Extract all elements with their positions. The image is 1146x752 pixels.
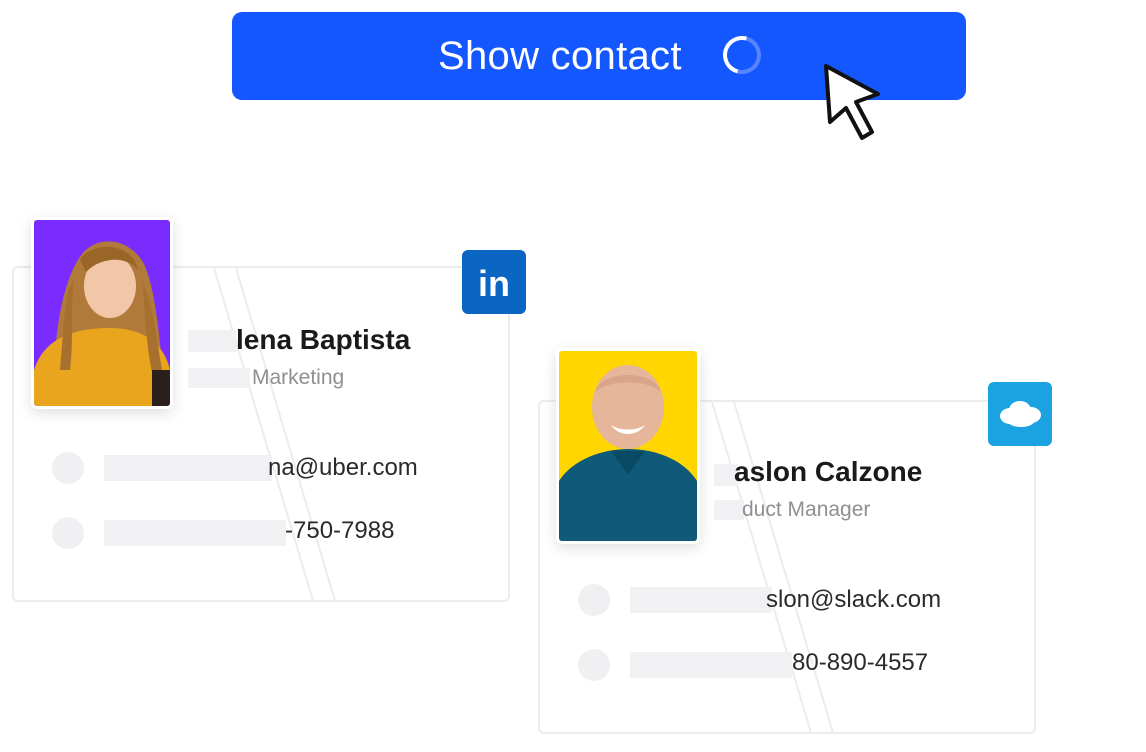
- email-icon: [52, 452, 84, 484]
- redacted-role-prefix: [714, 500, 744, 520]
- contact-phone[interactable]: 80-890-4557: [792, 649, 928, 677]
- contact-name: aslon Calzone: [734, 456, 923, 487]
- avatar: [31, 217, 173, 409]
- loading-spinner-icon: [716, 29, 768, 81]
- contact-email[interactable]: slon@slack.com: [766, 586, 941, 614]
- contact-email[interactable]: na@uber.com: [268, 454, 418, 482]
- linkedin-icon[interactable]: in: [462, 250, 526, 314]
- redacted-email-prefix: [630, 587, 772, 613]
- redacted-first-name: [188, 330, 236, 352]
- redacted-role-prefix: [188, 368, 250, 388]
- contact-name: lena Baptista: [236, 324, 411, 355]
- mouse-pointer-icon: [824, 64, 880, 140]
- redacted-phone-prefix: [104, 520, 286, 546]
- phone-icon: [52, 517, 84, 549]
- contact-phone[interactable]: -750-7988: [285, 517, 394, 545]
- linkedin-badge-text: in: [478, 263, 510, 304]
- redacted-phone-prefix: [630, 652, 792, 678]
- show-contact-label: Show contact: [438, 34, 682, 78]
- contact-role: duct Manager: [742, 498, 871, 521]
- salesforce-cloud-icon[interactable]: [988, 382, 1052, 446]
- avatar: [556, 348, 700, 544]
- contact-role: Marketing: [252, 366, 345, 389]
- email-icon: [578, 584, 610, 616]
- phone-icon: [578, 649, 610, 681]
- redacted-email-prefix: [104, 455, 272, 481]
